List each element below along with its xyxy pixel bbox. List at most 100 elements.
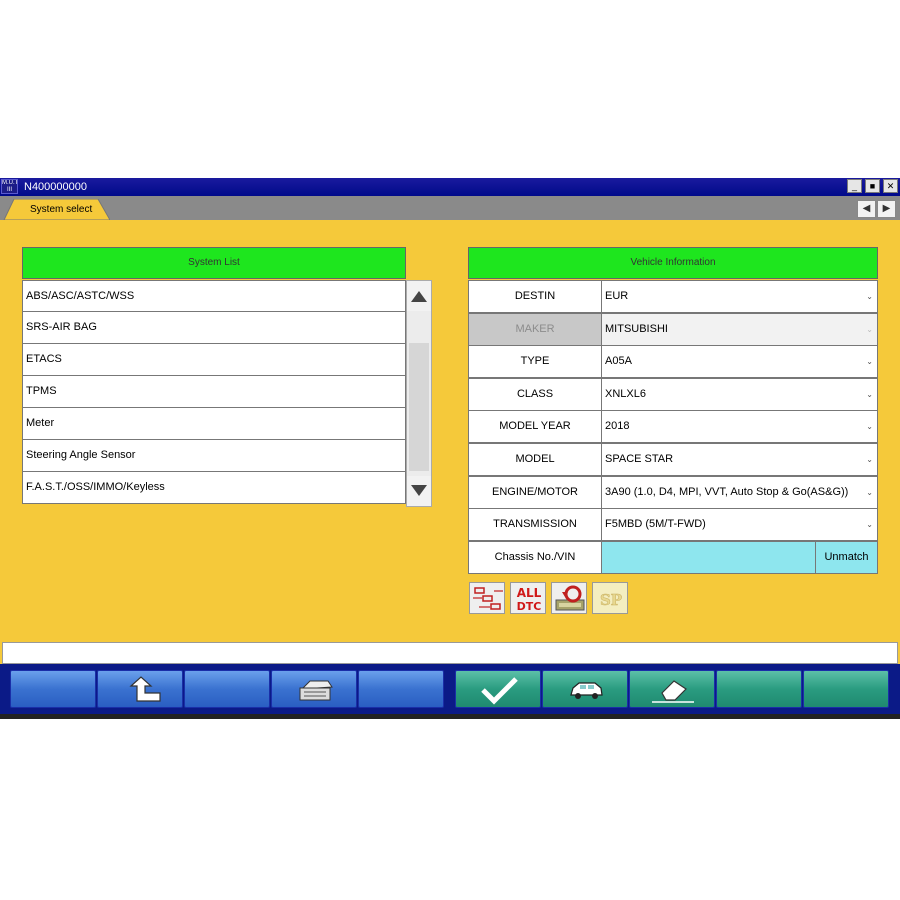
ecu-reprogram-button[interactable] [551,582,587,614]
select-value: F5MBD (5M/T-FWD) [605,518,706,531]
scroll-thumb[interactable] [409,343,429,471]
field-label: CLASS [468,377,602,411]
system-list-item[interactable]: SRS-AIR BAG [22,312,406,344]
select-value: MITSUBISHI [605,322,668,335]
select-value: SPACE STAR [605,452,674,465]
chevron-down-icon: ⌄ [866,357,873,367]
model-select[interactable]: SPACE STAR ⌄ [602,442,878,476]
type-select[interactable]: A05A ⌄ [602,345,878,379]
chevron-down-icon: ⌄ [866,422,873,432]
printer-icon [299,680,333,701]
all-dtc-button[interactable]: ALL DTC [510,582,546,614]
ecu-reprogram-icon [555,585,585,611]
chevron-down-icon: ⌄ [866,389,873,399]
function-button-1[interactable] [10,670,96,708]
message-bar [2,642,898,664]
scroll-up-button[interactable] [407,281,431,311]
function-button-9[interactable] [716,670,802,708]
field-label: ENGINE/MOTOR [468,475,602,509]
field-label: DESTIN [468,280,602,313]
chevron-down-icon: ⌄ [866,292,873,301]
title-bar: M.U.T. III N400000000 _ ■ ✕ [0,178,900,196]
function-button-10[interactable] [803,670,889,708]
chevron-down-icon: ⌄ [866,454,873,464]
system-list-item[interactable]: ETACS [22,344,406,376]
vehicle-row-transmission: TRANSMISSION F5MBD (5M/T-FWD) ⌄ [468,508,878,542]
back-arrow-icon [129,676,161,702]
function-button-3[interactable] [184,670,270,708]
triangle-down-icon [411,485,427,496]
transmission-select[interactable]: F5MBD (5M/T-FWD) ⌄ [602,508,878,542]
all-dtc-icon: ALL DTC [517,586,542,613]
car-icon [570,682,603,699]
scroll-down-button[interactable] [407,476,431,506]
engine-select[interactable]: 3A90 (1.0, D4, MPI, VVT, Auto Stop & Go(… [602,475,878,509]
vehicle-info-table: DESTIN EUR ⌄ MAKER MITSUBISHI ⌄ TYPE A05A ⌄… [468,280,878,574]
ok-button[interactable] [455,670,541,708]
checkmark-icon [481,677,518,705]
back-button[interactable] [97,670,183,708]
tab-system-select[interactable]: System select [2,199,110,220]
system-list-item[interactable]: TPMS [22,376,406,408]
vehicle-row-model: MODEL SPACE STAR ⌄ [468,442,878,476]
vehicle-button[interactable] [542,670,628,708]
status-strip [0,714,900,719]
vehicle-row-maker: MAKER MITSUBISHI ⌄ [468,312,878,346]
system-diagram-icon [473,587,503,610]
select-value: EUR [605,290,629,302]
field-label: MAKER [468,312,602,346]
select-value: A05A [605,355,632,368]
select-value: XNLXL6 [605,387,646,400]
function-button-5[interactable] [358,670,444,708]
select-value: 3A90 (1.0, D4, MPI, VVT, Auto Stop & Go(… [605,485,849,498]
class-select[interactable]: XNLXL6 ⌄ [602,377,878,411]
erase-button[interactable] [629,670,715,708]
destin-select[interactable]: EUR ⌄ [602,280,878,313]
field-label: Chassis No./VIN [468,540,602,574]
all-dtc-line2: DTC [517,600,542,613]
tab-label: System select [30,204,93,215]
maker-select: MITSUBISHI ⌄ [602,312,878,346]
minimize-button[interactable]: _ [847,179,862,193]
bottom-toolbar [0,664,900,714]
select-value: 2018 [605,420,630,433]
eraser-icon [652,680,694,703]
tab-next-button[interactable]: ▶ [877,200,896,218]
vehicle-row-model-year: MODEL YEAR 2018 ⌄ [468,410,878,444]
unmatch-button[interactable]: Unmatch [816,540,878,574]
tab-prev-button[interactable]: ◀ [857,200,876,218]
vehicle-row-type: TYPE A05A ⌄ [468,345,878,379]
vehicle-row-destin: DESTIN EUR ⌄ [468,280,878,313]
system-list-item[interactable]: Meter [22,408,406,440]
system-list-item[interactable]: ABS/ASC/ASTC/WSS [22,280,406,312]
app-icon: M.U.T. III [1,179,18,194]
field-label: MODEL [468,442,602,476]
chevron-down-icon: ⌄ [866,520,873,530]
window-title: N400000000 [24,181,88,193]
system-list-scrollbar[interactable] [406,280,432,507]
vehicle-row-vin: Chassis No./VIN Unmatch [468,540,878,574]
vin-input[interactable] [602,540,816,574]
sp-label: SP [600,591,622,609]
tab-strip: System select ◀ ▶ [0,196,900,220]
vehicle-row-class: CLASS XNLXL6 ⌄ [468,377,878,411]
field-label: MODEL YEAR [468,410,602,444]
triangle-up-icon [411,291,427,302]
model-year-select[interactable]: 2018 ⌄ [602,410,878,444]
chevron-down-icon: ⌄ [866,487,873,497]
system-list: ABS/ASC/ASTC/WSS SRS-AIR BAG ETACS TPMS … [22,280,406,504]
field-label: TRANSMISSION [468,508,602,542]
chevron-down-icon: ⌄ [866,324,873,334]
vehicle-info-header: Vehicle Information [468,247,878,279]
special-function-icon: SP [600,591,623,610]
close-button[interactable]: ✕ [883,179,898,193]
special-function-button[interactable]: SP [592,582,628,614]
system-list-item[interactable]: Steering Angle Sensor [22,440,406,472]
system-diagram-button[interactable] [469,582,505,614]
system-list-header: System List [22,247,406,279]
print-button[interactable] [271,670,357,708]
all-dtc-line1: ALL [517,586,542,600]
system-list-item[interactable]: F.A.S.T./OSS/IMMO/Keyless [22,472,406,504]
field-label: TYPE [468,345,602,379]
maximize-button[interactable]: ■ [865,179,880,193]
